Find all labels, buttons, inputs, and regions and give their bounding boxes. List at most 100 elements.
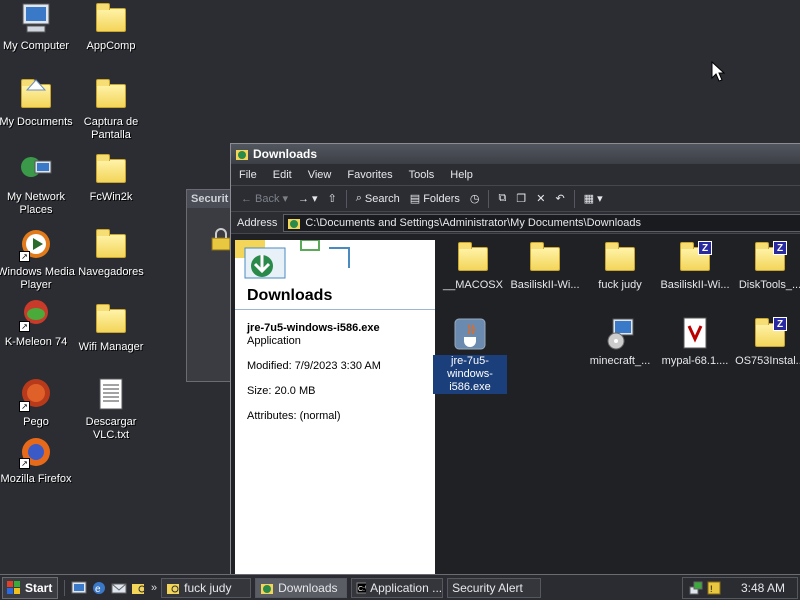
file-item[interactable]: Z DiskTools_... bbox=[733, 241, 800, 292]
shortcut-arrow-icon: ↗ bbox=[19, 251, 30, 262]
clock[interactable]: 3:48 AM bbox=[741, 581, 785, 595]
menu-view[interactable]: View bbox=[300, 169, 340, 181]
task-fuck-judy[interactable]: fuck judy bbox=[161, 577, 252, 598]
menu-file[interactable]: File bbox=[231, 169, 265, 181]
details-size: Size: 20.0 MB bbox=[247, 385, 316, 397]
security-shield-icon[interactable]: ! bbox=[707, 581, 721, 595]
k-meleon-icon: ↗ bbox=[19, 298, 53, 332]
search-button[interactable]: ⌕ Search bbox=[352, 190, 404, 207]
start-button[interactable]: Start bbox=[2, 576, 58, 599]
outlook-express-icon[interactable] bbox=[111, 580, 127, 596]
undo-button[interactable]: ↶ bbox=[551, 190, 568, 207]
desktop-icon-my-documents[interactable]: My Documents bbox=[0, 78, 76, 129]
window-titlebar[interactable]: Downloads bbox=[231, 144, 800, 164]
task-label: Downloads bbox=[278, 580, 338, 595]
desktop-icon-navegadores[interactable]: Navegadores bbox=[71, 228, 151, 279]
task-security-alert[interactable]: Security Alert bbox=[447, 577, 542, 598]
file-item[interactable]: Z BasiliskII-Wi... bbox=[658, 241, 732, 292]
back-label: Back bbox=[255, 192, 280, 205]
task-downloads[interactable]: Downloads bbox=[255, 577, 348, 598]
file-item[interactable]: mypal-68.1.... bbox=[658, 317, 732, 368]
text-file-icon bbox=[94, 378, 128, 412]
address-input[interactable]: C:\Documents and Settings\Administrator\… bbox=[283, 213, 800, 232]
folder-search-icon[interactable] bbox=[131, 580, 147, 596]
desktop-icon-label: FcWin2k bbox=[89, 191, 133, 203]
file-label: jre-7u5-windows-i586.exe bbox=[433, 355, 507, 394]
up-folder-button[interactable]: ⇧ bbox=[324, 190, 341, 207]
address-bar: Address C:\Documents and Settings\Admini… bbox=[231, 212, 800, 234]
task-label: Application ... bbox=[370, 580, 443, 595]
forward-arrow-icon: → bbox=[298, 192, 309, 205]
file-item-selected[interactable]: jre-7u5-windows-i586.exe bbox=[433, 317, 507, 394]
file-label: DiskTools_... bbox=[738, 279, 800, 291]
show-desktop-icon[interactable] bbox=[71, 580, 87, 596]
file-item[interactable]: minecraft_... bbox=[583, 317, 657, 368]
desktop-icon-media-player[interactable]: ↗ Windows Media Player bbox=[0, 228, 76, 292]
desktop-icon-pego[interactable]: ↗ Pego bbox=[0, 378, 76, 429]
desktop-icon-my-computer[interactable]: My Computer bbox=[0, 2, 76, 53]
file-label: fuck judy bbox=[598, 279, 642, 291]
views-button[interactable]: ▦ ▾ bbox=[580, 190, 607, 207]
search-label: Search bbox=[364, 192, 400, 205]
desktop-icon-appcomp[interactable]: AppComp bbox=[71, 2, 151, 53]
file-item[interactable]: BasiliskII-Wi... bbox=[508, 241, 582, 292]
toolbar-separator bbox=[573, 189, 575, 208]
quick-launch: e » bbox=[64, 579, 157, 596]
network-icon bbox=[19, 153, 53, 187]
menu-tools[interactable]: Tools bbox=[401, 169, 443, 181]
explorer-window[interactable]: Downloads File Edit View Favorites Tools… bbox=[230, 143, 800, 575]
task-application[interactable]: C:\ Application ... bbox=[351, 577, 444, 598]
folder-icon bbox=[603, 241, 637, 275]
desktop-icon-label: Descargar VLC.txt bbox=[85, 416, 137, 441]
file-label: __MACOSX bbox=[443, 279, 503, 291]
desktop-icon-fcwin2k[interactable]: FcWin2k bbox=[71, 153, 151, 204]
file-label: minecraft_... bbox=[589, 355, 651, 367]
file-list: __MACOSX BasiliskII-Wi... fuck judy Z Ba… bbox=[433, 237, 800, 574]
file-item[interactable]: Z OS753Instal... bbox=[733, 317, 800, 368]
java-app-icon bbox=[453, 317, 487, 351]
desktop-icon-captura[interactable]: Captura de Pantalla bbox=[71, 78, 151, 142]
media-player-icon: ↗ bbox=[19, 228, 53, 262]
menu-edit[interactable]: Edit bbox=[265, 169, 300, 181]
folder-icon bbox=[528, 241, 562, 275]
start-label: Start bbox=[25, 580, 53, 595]
desktop-icon-k-meleon[interactable]: ↗ K-Meleon 74 bbox=[0, 298, 76, 349]
details-banner: Downloads bbox=[235, 240, 435, 310]
folders-button[interactable]: ▤ Folders bbox=[406, 190, 464, 207]
file-item[interactable]: fuck judy bbox=[583, 241, 657, 292]
up-folder-icon: ⇧ bbox=[327, 193, 337, 205]
desktop-icon-label: Windows Media Player bbox=[0, 266, 75, 291]
undo-icon: ↶ bbox=[555, 193, 565, 205]
menu-bar: File Edit View Favorites Tools Help bbox=[231, 164, 800, 186]
desktop-icon-network-places[interactable]: My Network Places bbox=[0, 153, 76, 217]
folder-icon bbox=[94, 228, 128, 262]
folder-icon bbox=[94, 78, 128, 112]
copy-to-button[interactable]: ❐ bbox=[512, 190, 530, 207]
desktop-icon-label: My Computer bbox=[2, 40, 70, 52]
forward-button[interactable]: → ▾ bbox=[294, 190, 322, 207]
zip-folder-icon: Z bbox=[753, 317, 787, 351]
computer-icon bbox=[19, 2, 53, 36]
history-button[interactable]: ◷ bbox=[466, 190, 484, 207]
move-to-button[interactable]: ⧉ bbox=[494, 190, 510, 207]
menu-help[interactable]: Help bbox=[442, 169, 481, 181]
desktop-icon-label: Mozilla Firefox bbox=[0, 473, 72, 485]
back-button[interactable]: ← Back ▾ bbox=[237, 190, 292, 207]
file-label: BasiliskII-Wi... bbox=[660, 279, 730, 291]
details-attributes: Attributes: (normal) bbox=[247, 410, 341, 422]
desktop-icon-firefox[interactable]: ↗ Mozilla Firefox bbox=[0, 435, 76, 486]
delete-button[interactable]: ✕ bbox=[532, 190, 549, 207]
internet-explorer-icon[interactable]: e bbox=[91, 580, 107, 596]
menu-favorites[interactable]: Favorites bbox=[339, 169, 400, 181]
desktop-icon-wifi-manager[interactable]: Wifi Manager bbox=[71, 303, 151, 354]
svg-text:e: e bbox=[95, 584, 101, 595]
file-item[interactable]: __MACOSX bbox=[436, 241, 510, 292]
details-type: Application bbox=[247, 335, 301, 347]
desktop-icon-descargar-vlc[interactable]: Descargar VLC.txt bbox=[71, 378, 151, 442]
folder-globe-icon bbox=[236, 150, 248, 160]
quick-launch-overflow-icon[interactable]: » bbox=[151, 582, 157, 594]
svg-text:C:\: C:\ bbox=[358, 586, 366, 593]
network-status-icon[interactable] bbox=[689, 581, 703, 595]
desktop-icon-label: K-Meleon 74 bbox=[4, 336, 68, 348]
task-label: Security Alert bbox=[452, 580, 523, 595]
